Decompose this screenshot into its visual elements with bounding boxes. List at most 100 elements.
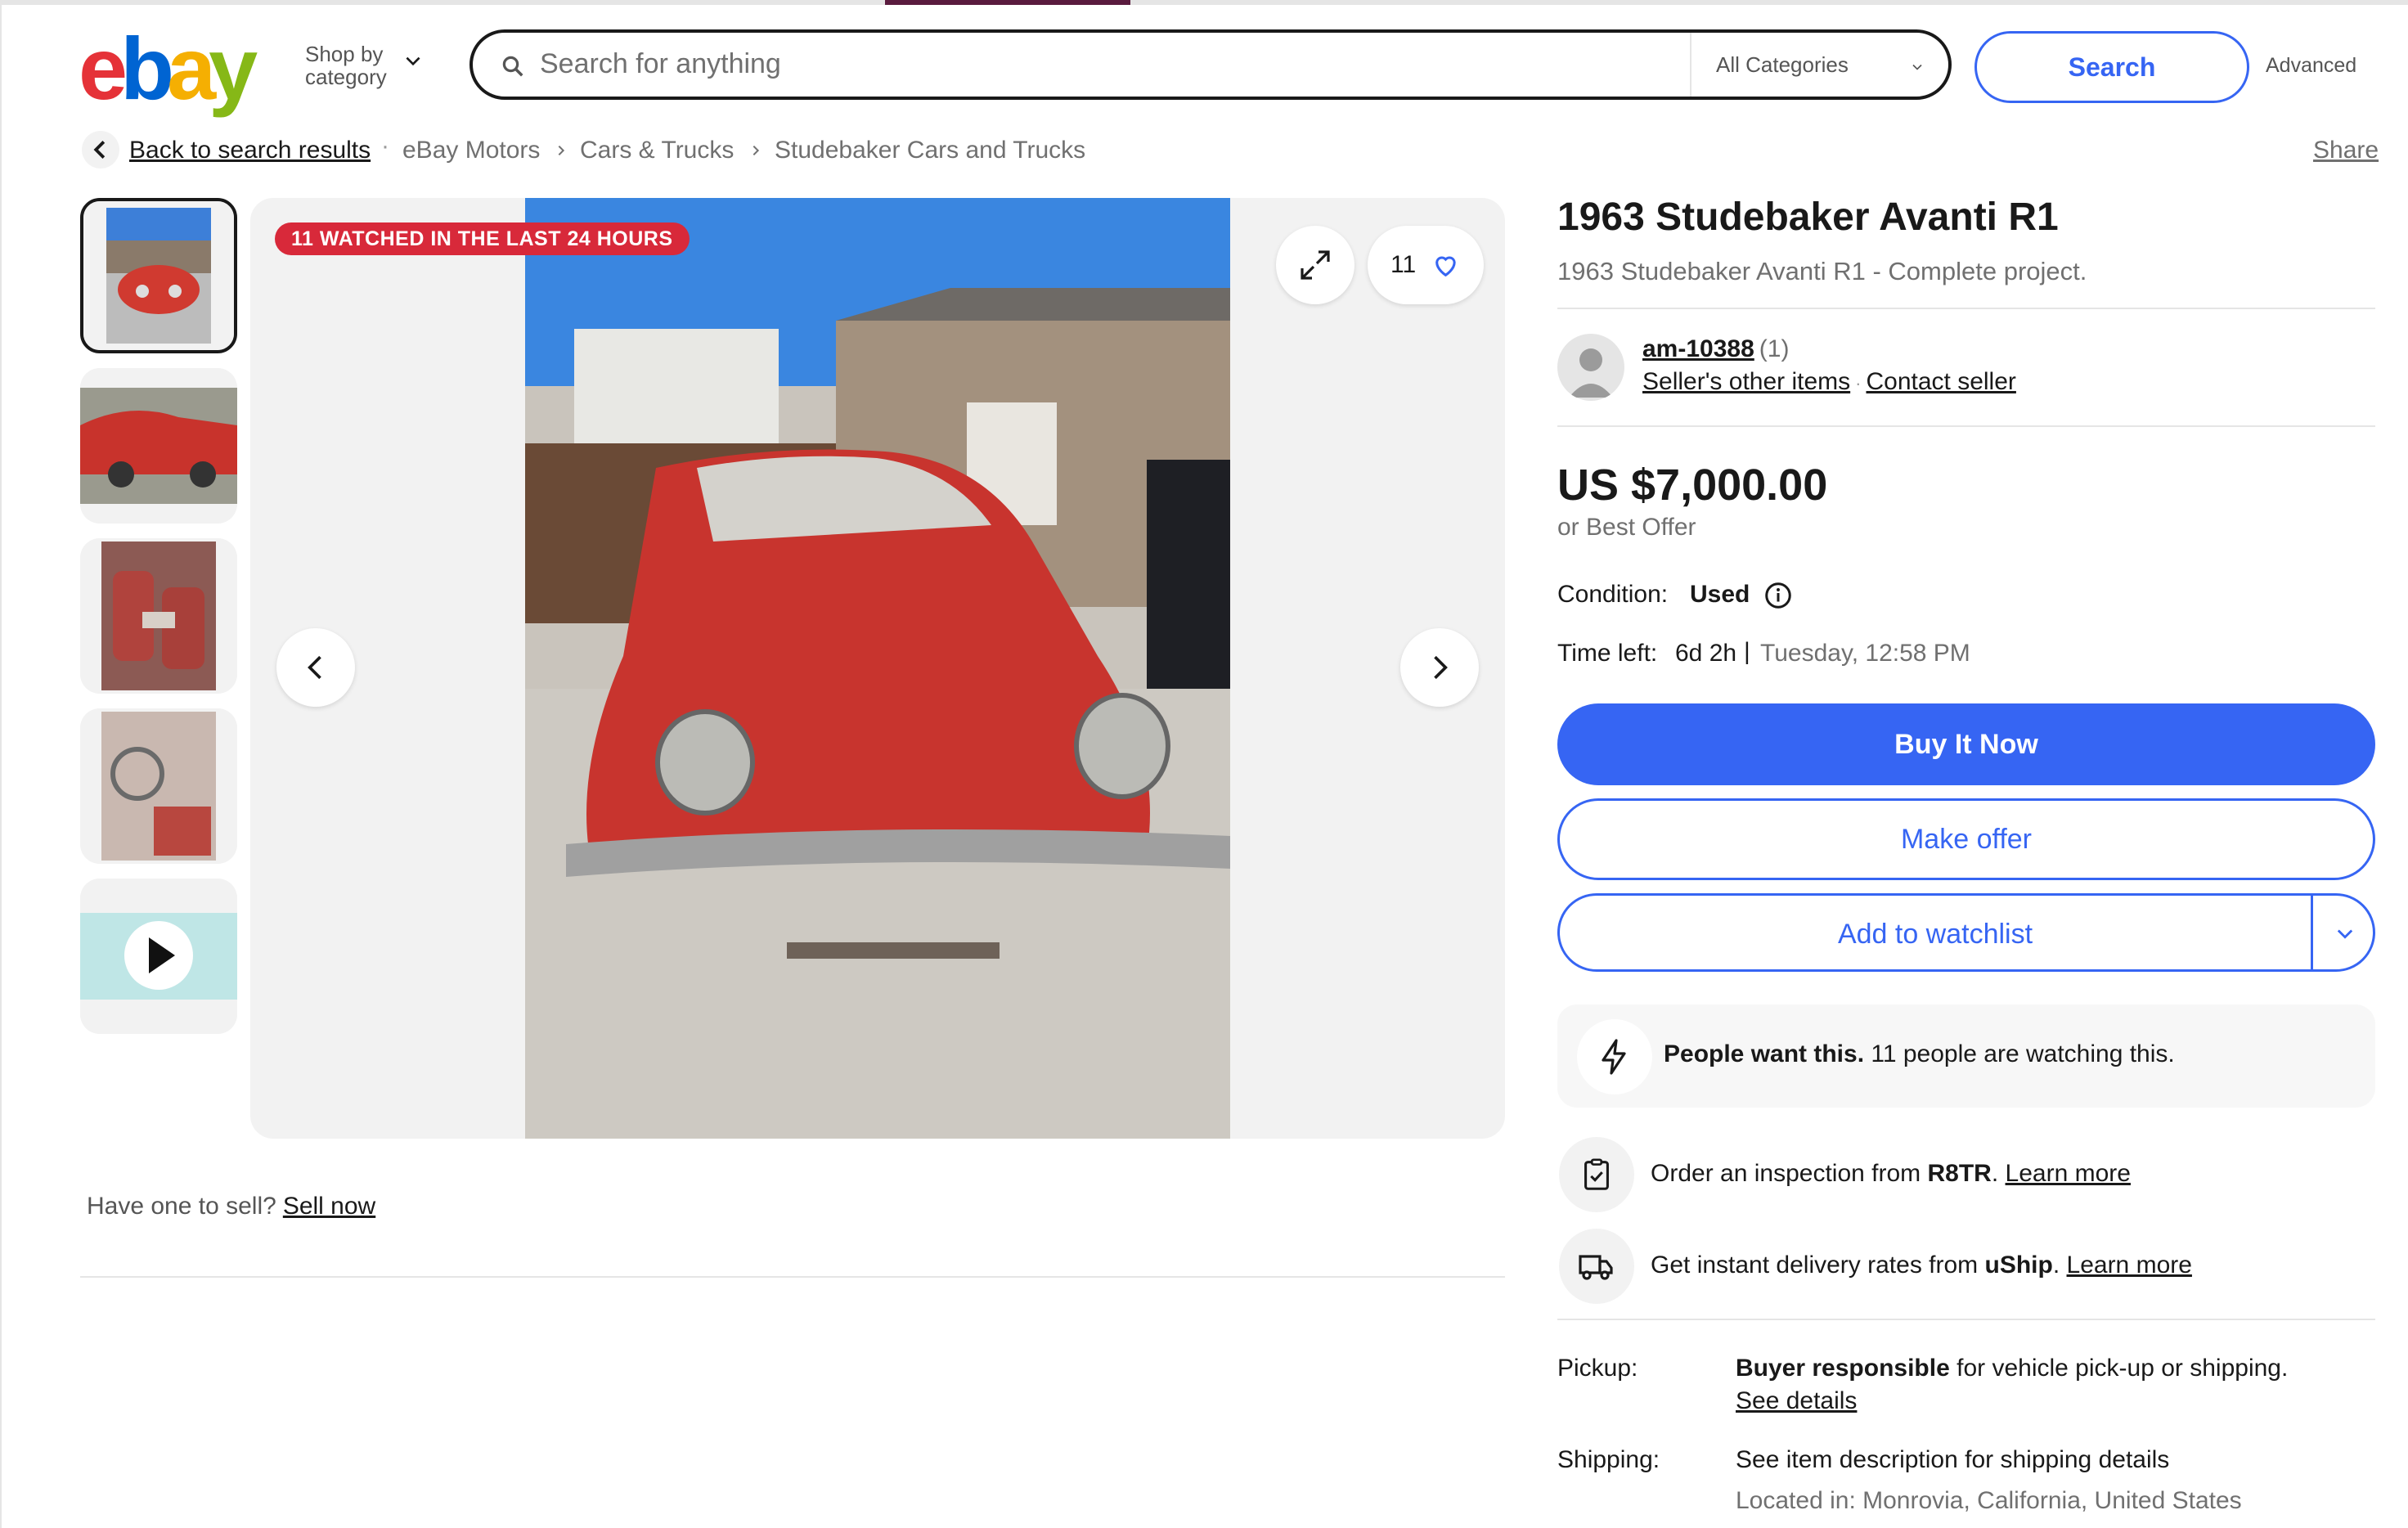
shop-by-line1: Shop by [305,42,384,66]
seller-links: Seller's other items · Contact seller [1642,368,2016,396]
logo-letter: y [209,19,258,118]
thumbnail-3[interactable] [80,538,237,694]
end-date: Tuesday, 12:58 PM [1760,640,1970,667]
car-front-thumbnail [83,201,234,350]
watch-heart-button[interactable]: 11 [1368,226,1484,304]
ebay-logo[interactable]: ebay [79,19,258,118]
car-interior-thumbnail [80,538,237,694]
delivery-promo: Get instant delivery rates from uShip. L… [1651,1252,2192,1279]
inspection-learn-more-link[interactable]: Learn more [2006,1160,2131,1187]
seller-avatar[interactable] [1557,334,1624,401]
sell-prompt-text: Have one to sell? [87,1193,276,1220]
make-offer-button[interactable]: Make offer [1557,798,2375,880]
inspection-provider: R8TR [1927,1160,1992,1187]
next-image-button[interactable] [1400,628,1479,707]
chevron-right-icon [1434,655,1448,680]
people-watching-rest: 11 people are watching this. [1871,1040,2175,1067]
watch-count: 11 [1390,251,1417,278]
advanced-search-link[interactable]: Advanced [2266,54,2356,78]
info-icon[interactable] [1763,581,1793,610]
clipboard-icon-wrap [1559,1137,1634,1212]
delivery-text: Get instant delivery rates from [1651,1252,1979,1279]
chevron-down-icon[interactable] [2334,922,2356,945]
inspection-promo: Order an inspection from R8TR. Learn mor… [1651,1160,2131,1188]
item-title: 1963 Studebaker Avanti R1 [1557,195,2059,239]
share-link[interactable]: Share [2313,137,2379,164]
watched-badge: 11 WATCHED IN THE LAST 24 HOURS [275,222,690,255]
truck-icon-wrap [1559,1229,1634,1304]
breadcrumb-ebay-motors[interactable]: eBay Motors [402,137,540,164]
back-to-search-link[interactable]: Back to search results [129,137,371,164]
seller-other-items-link[interactable]: Seller's other items [1642,368,1850,395]
divider [1557,425,2375,427]
item-subtitle: 1963 Studebaker Avanti R1 - Complete pro… [1557,257,2087,285]
item-price: US $7,000.00 [1557,461,1828,510]
chevron-down-icon[interactable] [402,51,424,72]
thumbnail-4[interactable] [80,708,237,864]
people-watching-text: People want this. 11 people are watching… [1664,1040,2175,1068]
heart-icon [1435,256,1456,277]
left-border [0,0,2,1528]
shop-by-line2: category [305,65,387,89]
car-side-thumbnail [80,368,237,524]
sell-prompt: Have one to sell? Sell now [87,1193,375,1220]
chevron-left-icon [93,141,106,159]
truck-icon [1579,1255,1613,1280]
breadcrumb-studebaker[interactable]: Studebaker Cars and Trucks [775,137,1085,164]
buy-it-now-button[interactable]: Buy It Now [1557,703,2375,785]
chevron-down-icon[interactable] [1909,59,1925,75]
inspection-text: Order an inspection from [1651,1160,1921,1187]
add-to-watchlist-label: Add to watchlist [1837,919,2033,950]
search-input[interactable] [538,43,1670,85]
previous-image-button[interactable] [276,628,355,707]
thumbnail-1[interactable] [80,198,237,353]
contact-seller-link[interactable]: Contact seller [1866,368,2015,395]
shop-by-category-button[interactable]: Shop by category [305,43,387,88]
fullscreen-button[interactable] [1276,226,1354,304]
sell-now-link[interactable]: Sell now [283,1193,375,1220]
logo-letter: e [79,19,128,118]
top-progress-segment [885,0,1130,5]
breadcrumb-cars-trucks[interactable]: Cars & Trucks [580,137,734,164]
clipboard-check-icon [1584,1158,1609,1190]
item-location: Located in: Monrovia, California, United… [1736,1487,2242,1514]
logo-letter: b [120,19,174,118]
people-want-bold: People want this. [1664,1040,1865,1067]
car-dashboard-thumbnail [80,708,237,864]
pickup-value: Buyer responsible for vehicle pick-up or… [1736,1355,2288,1382]
search-button[interactable]: Search [1974,31,2249,103]
see-details-link[interactable]: See details [1736,1387,1857,1415]
chevron-right-icon [752,145,760,156]
expand-icon [1301,250,1330,280]
breadcrumb-dot: · [381,133,389,160]
shipping-label: Shipping: [1557,1446,1660,1473]
category-select[interactable]: All Categories [1716,52,1849,78]
thumbnail-video[interactable] [80,879,237,1034]
pickup-rest: for vehicle pick-up or shipping. [1956,1355,2289,1382]
lightning-icon-wrap [1577,1019,1652,1094]
main-car-photo[interactable] [525,198,1230,1139]
condition-value: Used [1690,581,1750,608]
image-gallery: 11 WATCHED IN THE LAST 24 HOURS 11 [250,198,1505,1139]
seller-feedback: (1) [1759,335,1790,362]
top-progress-bar [0,0,2408,5]
add-to-watchlist-button[interactable]: Add to watchlist [1557,893,2375,972]
back-button[interactable] [82,131,119,169]
button-divider [2311,896,2313,969]
pickup-label: Pickup: [1557,1355,1638,1382]
video-thumbnail [80,879,237,1034]
logo-letter: a [167,19,216,118]
time-left-label: Time left: [1557,640,1658,667]
seller-info: am-10388 (1) [1642,335,1789,363]
user-icon [1569,348,1613,398]
divider [80,1276,1505,1278]
seller-name-link[interactable]: am-10388 [1642,335,1754,362]
time-separator: | [1744,638,1750,665]
delivery-provider: uShip [1984,1252,2053,1279]
best-offer-text: or Best Offer [1557,514,1696,541]
pickup-bold: Buyer responsible [1736,1355,1950,1382]
separator-dot: · [1855,373,1862,393]
condition-label: Condition: [1557,581,1669,608]
thumbnail-2[interactable] [80,368,237,524]
delivery-learn-more-link[interactable]: Learn more [2067,1252,2192,1279]
